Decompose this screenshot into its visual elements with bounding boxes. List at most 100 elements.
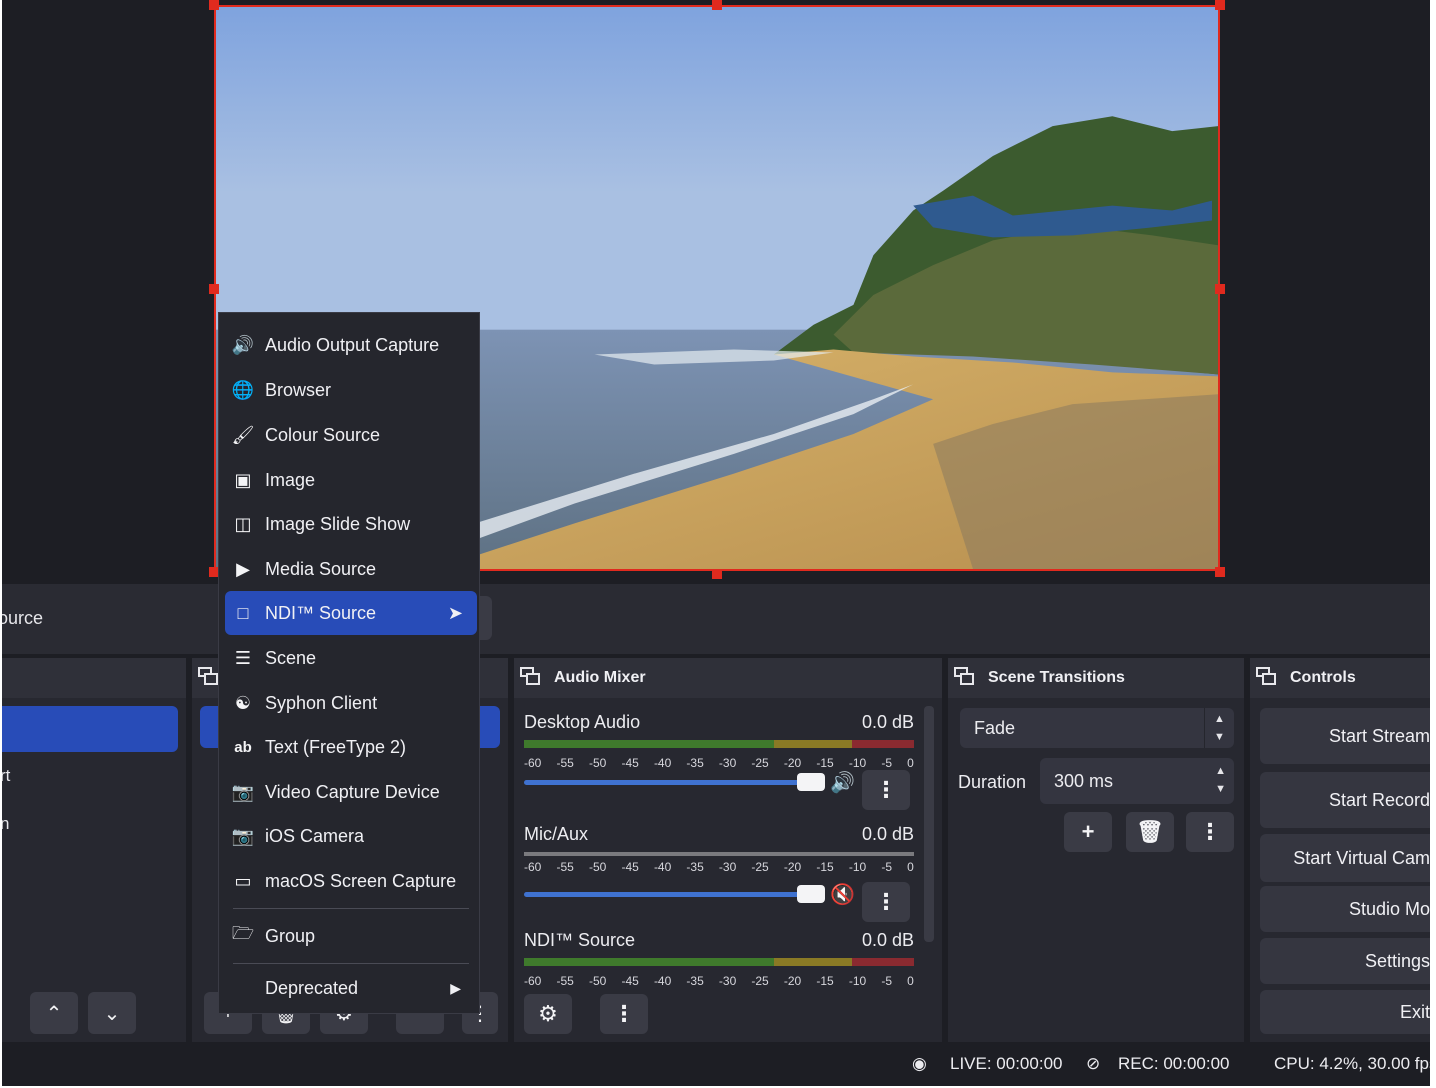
menu-item-label: Syphon Client (265, 692, 378, 713)
channel-db: 0.0 dB (861, 712, 914, 732)
channel-db: 0.0 dB (861, 824, 914, 844)
paintbrush-icon: 🖌 (231, 424, 255, 445)
resize-handle-br[interactable] (1215, 567, 1225, 577)
resize-handle-tl[interactable] (209, 0, 219, 10)
menu-item-ndi-source[interactable]: □ NDI™ Source ➤ (225, 591, 477, 635)
exit-button[interactable]: Exit (1260, 990, 1430, 1034)
controls-header: Controls (1250, 658, 1430, 698)
menu-item-label: iOS Camera (265, 825, 365, 846)
menu-item-label: Deprecated (265, 977, 359, 998)
menu-item-ios-camera[interactable]: 📷 iOS Camera (225, 814, 477, 858)
resize-handle-tr[interactable] (1215, 0, 1225, 10)
meter-ticks: -60 -55 -50 -45 -40 -35 -30 -25 -20 -15 -10 -5 0 (524, 756, 914, 770)
globe-icon: 🌐 (231, 379, 255, 400)
audio-mixer-title: Audio Mixer (554, 669, 646, 686)
volume-slider[interactable] (524, 780, 824, 785)
cpu-status: CPU: 4.2%, 30.00 fps (1274, 1054, 1430, 1073)
menu-item-image[interactable]: ▣ Image (225, 458, 477, 502)
meter-ticks: -60 -55 -50 -45 -40 -35 -30 -25 -20 -15 -10 -5 0 (524, 860, 914, 874)
resize-handle-tc[interactable] (712, 0, 722, 10)
menu-item-text-freetype[interactable]: ab Text (FreeType 2) (225, 725, 477, 769)
transition-select[interactable]: Fade ▲ ▼ (960, 708, 1234, 748)
volume-meter (524, 852, 914, 856)
volume-slider-knob[interactable] (797, 885, 825, 903)
menu-item-video-capture-device[interactable]: 📷 Video Capture Device (225, 770, 477, 814)
menu-item-label: Image (265, 469, 316, 490)
volume-meter (524, 740, 914, 748)
scene-transitions-title: Scene Transitions (988, 669, 1125, 686)
image-icon: ▣ (234, 469, 252, 490)
rec-icon: ⊘ (1086, 1054, 1101, 1073)
menu-item-group[interactable]: 🗁 Group (225, 914, 477, 958)
resize-handle-mr[interactable] (1215, 284, 1225, 294)
menu-item-scene[interactable]: ☰ Scene (225, 636, 477, 680)
dock-window-icon (198, 667, 220, 689)
settings-button[interactable]: Settings (1260, 938, 1430, 984)
menu-item-deprecated[interactable]: Deprecated ▶ (225, 966, 477, 1010)
transition-menu-button[interactable]: ⋮ (1186, 812, 1234, 852)
menu-item-label: Browser (265, 379, 332, 400)
duration-spinbox[interactable]: 300 ms ▲ ▼ (1040, 758, 1234, 804)
menu-item-label: Colour Source (265, 424, 381, 445)
start-stream-button[interactable]: Start Stream (1260, 708, 1430, 764)
muted-speaker-icon[interactable]: 🔇 (830, 882, 855, 907)
menu-separator (233, 908, 469, 909)
mouse-cursor-icon: ➤ (447, 602, 463, 623)
add-transition-button[interactable]: + (1064, 812, 1112, 852)
more-vertical-icon: ⋮ (875, 777, 897, 802)
controls-title: Controls (1290, 669, 1356, 686)
properties-button[interactable] (478, 596, 492, 640)
menu-item-image-slide-show[interactable]: ◫ Image Slide Show (225, 502, 477, 546)
menu-item-audio-output-capture[interactable]: 🔊 Audio Output Capture (225, 323, 477, 367)
menu-item-label: Text (FreeType 2) (265, 736, 407, 757)
start-record-button[interactable]: Start Record (1260, 772, 1430, 828)
channel-menu-button[interactable]: ⋮ (862, 770, 910, 810)
start-virtual-cam-button[interactable]: Start Virtual Cam (1260, 834, 1430, 882)
volume-slider-knob[interactable] (797, 773, 825, 791)
scenes-dock: rt n ⌃ ⌄ (2, 658, 186, 1042)
selected-source-label: ource (2, 608, 44, 628)
scene-item[interactable]: rt (2, 766, 10, 786)
audio-mixer-header: Audio Mixer (514, 658, 942, 698)
scene-item[interactable]: n (2, 814, 9, 834)
dock-window-icon (954, 667, 976, 689)
chevron-up-icon: ⌃ (45, 1002, 63, 1025)
channel-menu-button[interactable]: ⋮ (862, 882, 910, 922)
speaker-icon: 🔊 (231, 334, 255, 355)
trash-icon: 🗑 (1136, 819, 1164, 844)
speaker-icon[interactable]: 🔊 (830, 770, 855, 795)
menu-separator (233, 963, 469, 964)
volume-slider[interactable] (524, 892, 824, 897)
live-timer: LIVE: 00:00:00 (950, 1054, 1063, 1073)
controls-dock: Controls Start Stream Start Record Start… (1250, 658, 1430, 1042)
more-vertical-icon: ⋮ (613, 1001, 635, 1026)
play-icon: ▶ (236, 558, 250, 579)
spin-arrows-icon[interactable]: ▲ ▼ (1215, 762, 1226, 798)
scene-item-selected[interactable] (2, 706, 178, 752)
updown-chevron-icon: ▲ ▼ (1204, 708, 1234, 748)
resize-handle-ml[interactable] (209, 284, 219, 294)
menu-item-media-source[interactable]: ▶ Media Source (225, 547, 477, 591)
resize-handle-bc[interactable] (712, 569, 722, 579)
camera-icon: 📷 (231, 825, 255, 846)
mixer-scrollbar[interactable] (924, 706, 934, 942)
menu-item-colour-source[interactable]: 🖌 Colour Source (225, 413, 477, 457)
scene-move-down-button[interactable]: ⌄ (88, 992, 136, 1034)
file-icon: □ (237, 602, 249, 623)
menu-item-label: Group (265, 925, 316, 946)
menu-item-syphon-client[interactable]: ☯ Syphon Client (225, 681, 477, 725)
scenes-dock-header (2, 658, 186, 698)
live-signal-icon: ◉ (912, 1054, 927, 1073)
menu-item-browser[interactable]: 🌐 Browser (225, 368, 477, 412)
menu-item-macos-screen-capture[interactable]: ▭ macOS Screen Capture (225, 859, 477, 903)
scene-move-up-button[interactable]: ⌃ (30, 992, 78, 1034)
preview-area[interactable] (2, 0, 1430, 584)
text-icon: ab (234, 738, 252, 756)
mixer-settings-button[interactable]: ⚙ (524, 994, 572, 1034)
monitor-icon: ▭ (234, 870, 252, 891)
plus-icon: + (1081, 819, 1095, 844)
mixer-menu-button[interactable]: ⋮ (600, 994, 648, 1034)
remove-transition-button[interactable]: 🗑 (1126, 812, 1174, 852)
studio-mode-button[interactable]: Studio Mo (1260, 886, 1430, 932)
chevron-down-icon: ⌄ (103, 1002, 121, 1025)
